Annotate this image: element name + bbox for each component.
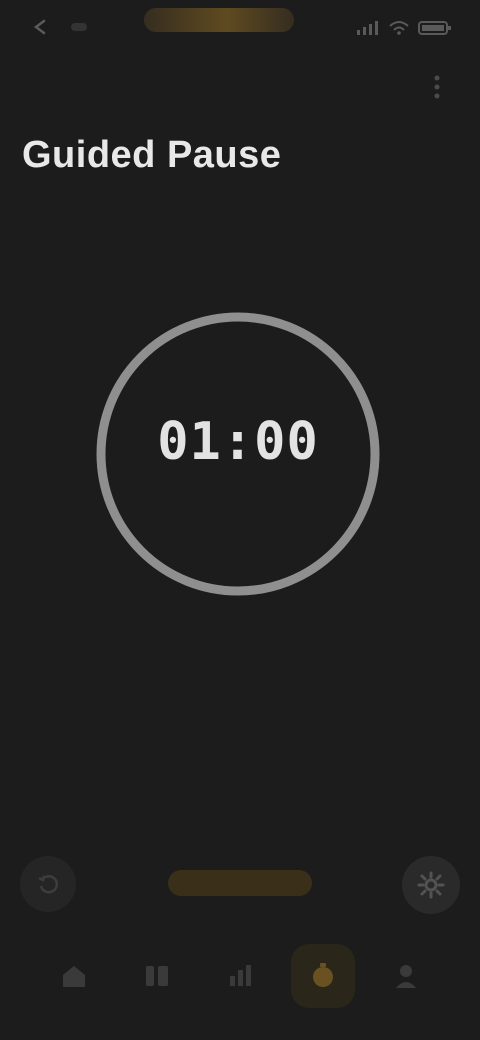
nav-profile[interactable]	[374, 944, 438, 1008]
more-vertical-icon[interactable]	[428, 74, 446, 100]
home-icon	[63, 966, 85, 987]
status-left	[26, 18, 92, 36]
settings-button[interactable]	[402, 856, 460, 914]
notification-icon	[71, 23, 87, 31]
nav-library[interactable]	[125, 944, 189, 1008]
nav-home[interactable]	[42, 944, 106, 1008]
reset-button[interactable]	[20, 856, 76, 912]
battery-icon	[418, 21, 451, 35]
nav-timer[interactable]	[291, 944, 355, 1008]
nav-stats[interactable]	[208, 944, 272, 1008]
back-arrow-icon[interactable]	[26, 18, 52, 36]
bottom-navigation	[42, 940, 438, 1012]
reset-icon	[38, 875, 59, 894]
wifi-icon	[389, 21, 409, 35]
library-icon	[146, 966, 168, 986]
app-screen: Guided Pause 01:00	[0, 0, 480, 1040]
settings-icon	[417, 871, 445, 899]
status-right	[356, 20, 452, 36]
stats-icon	[230, 965, 251, 986]
page-title: Guided Pause	[22, 134, 282, 176]
status-bar	[0, 0, 480, 56]
signal-icon	[357, 21, 378, 35]
start-button[interactable]	[168, 870, 312, 896]
profile-icon	[396, 965, 416, 988]
timer-icon	[313, 963, 333, 987]
status-banner	[144, 8, 294, 32]
timer-display: 01:00	[157, 412, 319, 472]
